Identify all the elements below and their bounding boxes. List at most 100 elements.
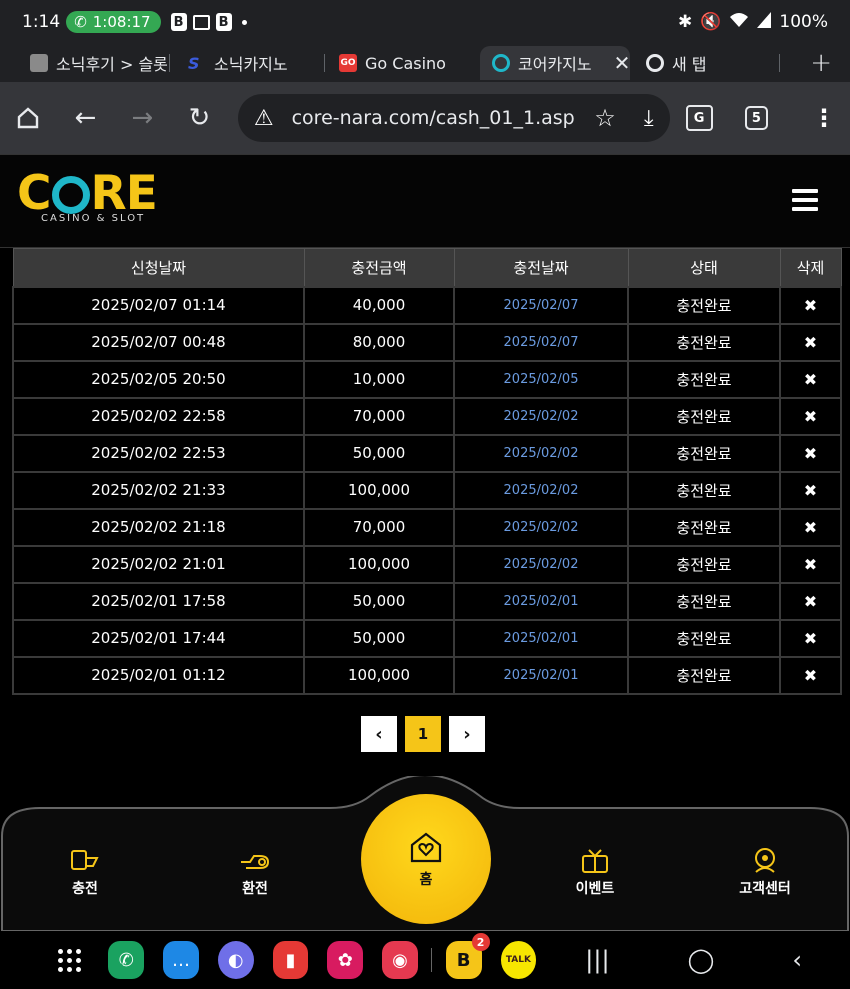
status-time: 1:14 <box>22 12 61 32</box>
charge-date-cell: 2025/02/07 <box>453 285 629 325</box>
app-drawer-icon[interactable] <box>58 948 82 972</box>
nav-event-label: 이벤트 <box>575 881 615 897</box>
table-row: 2025/02/01 17:44 50,000 2025/02/01 충전완료 ✖ <box>12 618 842 658</box>
status-cell: 충전완료 <box>627 359 781 399</box>
kakaotalk-app-icon[interactable]: TALK <box>500 941 537 979</box>
browser-tab[interactable]: 소닉후기 > 슬롯 <box>0 46 170 80</box>
delete-icon[interactable]: ✖ <box>779 618 842 658</box>
recent-apps-icon[interactable]: ||| <box>585 946 609 974</box>
delete-icon[interactable]: ✖ <box>779 322 842 362</box>
wifi-icon <box>729 12 749 33</box>
home-icon[interactable] <box>14 103 43 133</box>
amount-cell: 80,000 <box>303 322 455 362</box>
prev-page-button[interactable]: ‹ <box>361 716 397 752</box>
tab-label: Go Casino <box>365 53 446 73</box>
more-menu-icon[interactable]: ⋮ <box>812 104 836 132</box>
status-cell: 충전완료 <box>627 507 781 547</box>
request-date-cell: 2025/02/01 01:12 <box>12 655 305 695</box>
deposit-icon <box>40 846 130 874</box>
browser-tab[interactable]: S 소닉카지노 <box>170 46 325 80</box>
logo-wordmark: C RE <box>17 166 158 221</box>
pagination: ‹ 1 › <box>361 716 485 752</box>
system-navigation-bar: ✆ … ◐ ▮ ✿ ◉ B 2 TALK ||| ◯ ‹ <box>0 931 850 989</box>
nav-deposit[interactable]: 충전 <box>40 846 130 898</box>
tab-label: 소닉카지노 <box>214 55 288 74</box>
delete-icon[interactable]: ✖ <box>779 359 842 399</box>
notes-app-icon[interactable]: ▮ <box>272 941 309 979</box>
charge-date-cell: 2025/02/01 <box>453 655 629 695</box>
reload-icon[interactable]: ↻ <box>185 103 214 133</box>
camera-app-icon[interactable]: ◉ <box>382 941 418 979</box>
table-header-row: 신청날짜 충전금액 충전날짜 상태 삭제 <box>12 248 842 287</box>
new-tab-button[interactable]: + <box>810 48 832 78</box>
charge-date-cell: 2025/02/07 <box>453 322 629 362</box>
amount-cell: 50,000 <box>303 618 455 658</box>
amount-cell: 10,000 <box>303 359 455 399</box>
favicon-icon: GO <box>339 54 357 72</box>
next-page-button[interactable]: › <box>449 716 485 752</box>
internet-app-icon[interactable]: ◐ <box>217 941 254 979</box>
browser-tab[interactable]: 새 탭 <box>630 46 780 80</box>
status-cell: 충전완료 <box>627 618 781 658</box>
tab-label: 코어카지노 <box>518 55 592 74</box>
call-indicator[interactable]: ✆ 1:08:17 <box>66 11 161 33</box>
request-date-cell: 2025/02/01 17:44 <box>12 618 305 658</box>
system-back-icon[interactable]: ‹ <box>792 946 802 974</box>
charge-date-cell: 2025/02/02 <box>453 396 629 436</box>
request-date-cell: 2025/02/02 21:18 <box>12 507 305 547</box>
table-row: 2025/02/02 21:33 100,000 2025/02/02 충전완료 ✖ <box>12 470 842 510</box>
image-notification-icon <box>192 14 210 30</box>
call-timer: 1:08:17 <box>92 13 151 31</box>
request-date-cell: 2025/02/05 20:50 <box>12 359 305 399</box>
nav-withdraw-label: 환전 <box>242 881 268 897</box>
charge-date-cell: 2025/02/01 <box>453 618 629 658</box>
delete-icon[interactable]: ✖ <box>779 655 842 695</box>
bookmark-star-icon[interactable]: ☆ <box>594 104 616 132</box>
home-circle-icon[interactable]: ◯ <box>688 946 715 974</box>
nav-withdraw[interactable]: 환전 <box>210 846 300 898</box>
delete-icon[interactable]: ✖ <box>779 507 842 547</box>
delete-icon[interactable]: ✖ <box>779 544 842 584</box>
favicon-icon <box>492 54 510 72</box>
signal-icon <box>757 11 772 33</box>
forward-icon[interactable]: → <box>128 103 157 133</box>
back-icon[interactable]: ← <box>71 103 100 133</box>
phone-app-icon[interactable]: ✆ <box>108 941 145 979</box>
b-app-notification-icon: B <box>170 13 187 31</box>
charge-history-table: 신청날짜 충전금액 충전날짜 상태 삭제 2025/02/07 01:14 40,… <box>12 248 842 695</box>
address-bar[interactable]: ⚠ core-nara.com/cash_01_1.asp ☆ ⤓ <box>237 94 670 142</box>
home-heart-icon <box>408 829 444 869</box>
browser-tab-active[interactable]: 코어카지노 ✕ <box>480 46 630 80</box>
nav-home-label: 홈 <box>419 872 433 888</box>
translate-icon[interactable]: G <box>685 105 713 131</box>
status-cell: 충전완료 <box>627 433 781 473</box>
delete-icon[interactable]: ✖ <box>779 433 842 473</box>
delete-icon[interactable]: ✖ <box>779 396 842 436</box>
col-header-amount: 충전금액 <box>303 248 455 287</box>
flower-app-icon[interactable]: ✿ <box>327 941 364 979</box>
close-tab-icon[interactable]: ✕ <box>614 51 630 75</box>
table-row: 2025/02/02 21:18 70,000 2025/02/02 충전완료 ✖ <box>12 507 842 547</box>
browser-tab[interactable]: GO Go Casino <box>325 46 480 80</box>
battery-level: 100% <box>779 12 828 32</box>
page-number-current[interactable]: 1 <box>405 716 441 752</box>
status-cell: 충전완료 <box>627 322 781 362</box>
warning-icon[interactable]: ⚠ <box>254 106 274 131</box>
request-date-cell: 2025/02/02 21:01 <box>12 544 305 584</box>
download-icon[interactable]: ⤓ <box>644 106 654 131</box>
b-app-icon[interactable]: B 2 <box>445 933 490 979</box>
site-logo[interactable]: C RE CASINO & SLOT <box>17 169 167 231</box>
amount-cell: 50,000 <box>303 581 455 621</box>
url-text[interactable]: core-nara.com/cash_01_1.asp <box>292 107 595 129</box>
nav-home-button[interactable]: 홈 <box>361 794 491 924</box>
delete-icon[interactable]: ✖ <box>779 581 842 621</box>
delete-icon[interactable]: ✖ <box>779 285 842 325</box>
nav-event[interactable]: 이벤트 <box>550 846 640 898</box>
nav-support[interactable]: 고객센터 <box>720 846 810 898</box>
delete-icon[interactable]: ✖ <box>779 470 842 510</box>
messages-app-icon[interactable]: … <box>163 941 199 979</box>
dock-divider <box>430 948 432 972</box>
hamburger-menu-icon[interactable] <box>792 189 818 211</box>
tab-count-button[interactable]: 5 <box>744 106 769 130</box>
headset-icon <box>720 846 810 874</box>
